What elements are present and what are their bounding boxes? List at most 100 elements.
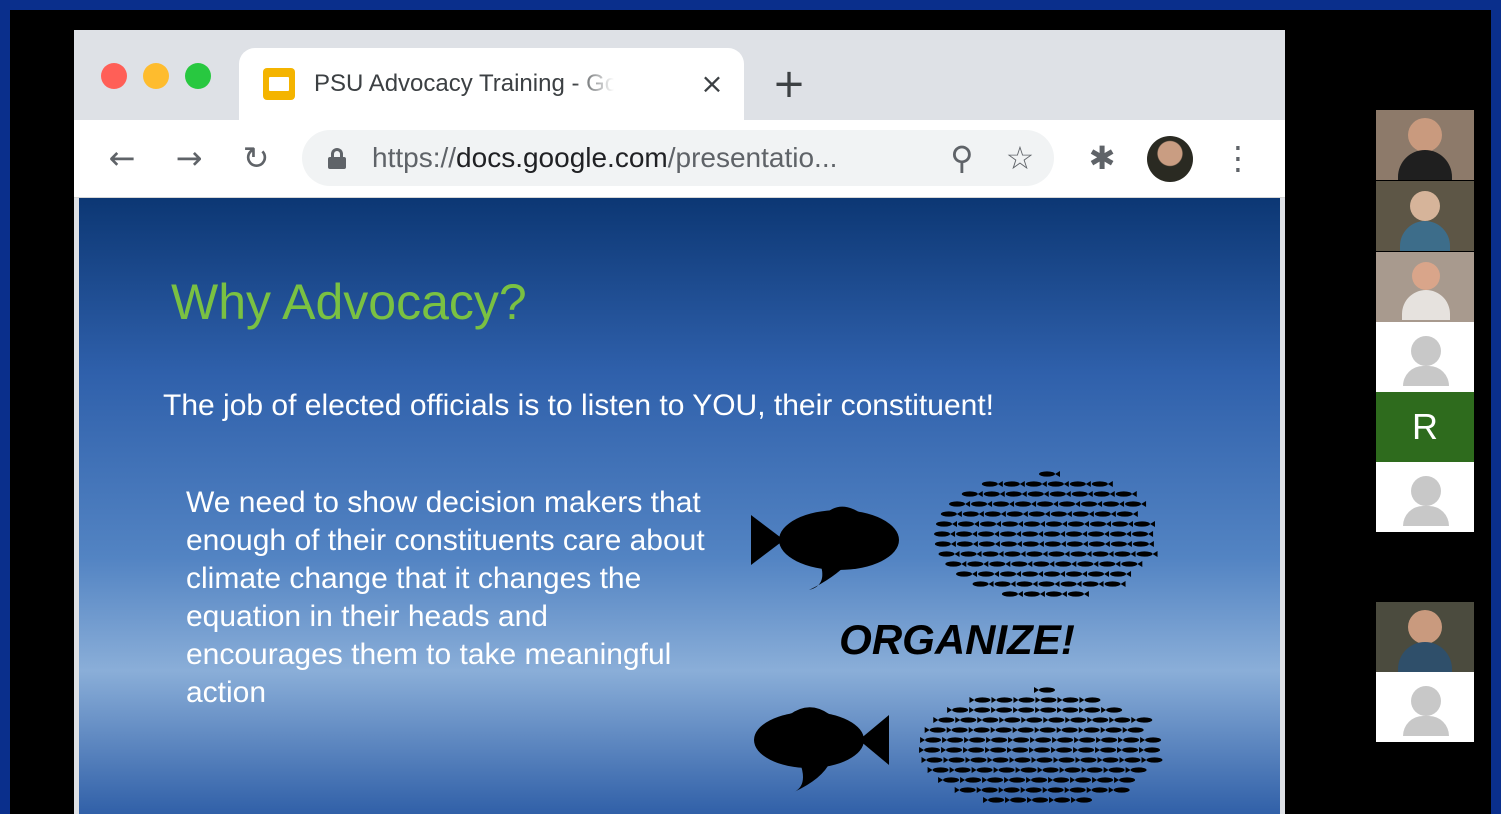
- small-fish-tail: [1060, 541, 1066, 547]
- close-tab-icon[interactable]: ×: [696, 68, 728, 100]
- participant-placeholder-3[interactable]: [1376, 672, 1474, 742]
- small-fish-tail: [991, 697, 997, 703]
- new-tab-icon[interactable]: +: [769, 64, 809, 104]
- small-fish-tail: [1104, 571, 1110, 577]
- small-fish-tail: [1065, 491, 1071, 497]
- url-text[interactable]: https://docs.google.com/presentatio...: [372, 140, 932, 176]
- small-fish-tail: [1086, 551, 1092, 557]
- small-fish: [1099, 561, 1116, 567]
- small-fish: [974, 697, 991, 703]
- small-fish: [1132, 531, 1149, 537]
- small-fish: [1000, 571, 1017, 577]
- profile-avatar-icon[interactable]: [1147, 136, 1193, 182]
- reload-icon[interactable]: ↻: [236, 138, 276, 178]
- small-fish: [995, 727, 1012, 733]
- small-fish-tail: [1039, 521, 1045, 527]
- small-fish: [951, 727, 968, 733]
- participant-video-2[interactable]: [1376, 181, 1474, 251]
- small-fish-tail: [1076, 581, 1082, 587]
- forward-icon[interactable]: →: [169, 138, 209, 178]
- small-fish: [1044, 541, 1061, 547]
- small-fish: [978, 571, 995, 577]
- person-placeholder-icon: [1411, 686, 1441, 716]
- small-fish-tail: [920, 737, 926, 743]
- participant-video-4[interactable]: [1376, 602, 1474, 672]
- more-menu-icon[interactable]: ⋮: [1218, 138, 1258, 178]
- small-fish-tail: [1029, 747, 1035, 753]
- lock-icon[interactable]: [328, 148, 346, 169]
- small-fish-tail: [1038, 531, 1044, 537]
- participant-gallery: R: [1376, 110, 1474, 750]
- participant-video-1[interactable]: [1376, 110, 1474, 180]
- small-fish: [988, 797, 1005, 803]
- small-fish-tail: [983, 797, 989, 803]
- small-fish: [982, 717, 999, 723]
- participant-placeholder-2[interactable]: [1376, 462, 1474, 532]
- fish-school-top: [934, 471, 1158, 597]
- small-fish-tail: [964, 737, 970, 743]
- participant-placeholder-1[interactable]: [1376, 322, 1474, 392]
- small-fish: [1127, 727, 1144, 733]
- small-fish-tail: [1044, 511, 1050, 517]
- small-fish: [1004, 717, 1021, 723]
- small-fish: [968, 747, 985, 753]
- close-window-button[interactable]: [101, 63, 127, 89]
- small-fish: [1025, 787, 1042, 793]
- small-fish-tail: [1049, 797, 1055, 803]
- person-body: [1400, 221, 1450, 251]
- small-fish: [1013, 737, 1030, 743]
- small-fish-tail: [1104, 541, 1110, 547]
- small-fish: [1133, 521, 1150, 527]
- small-fish-tail: [1054, 581, 1060, 587]
- small-fish: [1101, 737, 1118, 743]
- small-fish: [1078, 747, 1095, 753]
- small-fish-tail: [983, 561, 989, 567]
- small-fish: [1105, 727, 1122, 733]
- back-icon[interactable]: ←: [102, 138, 142, 178]
- small-fish-tail: [976, 787, 982, 793]
- small-fish: [1045, 591, 1062, 597]
- small-fish-tail: [960, 777, 966, 783]
- small-fish-tail: [1035, 707, 1041, 713]
- small-fish: [1048, 717, 1065, 723]
- maximize-window-button[interactable]: [185, 63, 211, 89]
- small-fish: [984, 511, 1001, 517]
- small-fish: [959, 787, 976, 793]
- small-fish: [945, 561, 962, 567]
- bookmark-star-icon[interactable]: ☆: [1000, 138, 1040, 178]
- small-fish: [1136, 551, 1153, 557]
- small-fish-tail: [1071, 797, 1077, 803]
- organize-caption: ORGANIZE!: [839, 616, 1075, 663]
- small-fish-tail: [1097, 757, 1103, 763]
- tab-psu-advocacy-training[interactable]: PSU Advocacy Training - Google Slides ×: [239, 48, 744, 120]
- minimize-window-button[interactable]: [143, 63, 169, 89]
- small-fish: [1039, 687, 1055, 693]
- small-fish-tail: [1056, 727, 1062, 733]
- extensions-icon[interactable]: ✱: [1082, 138, 1122, 178]
- small-fish-tail: [993, 767, 999, 773]
- small-fish-tail: [1079, 707, 1085, 713]
- small-fish-tail: [1042, 551, 1048, 557]
- small-fish-tail: [1013, 707, 1019, 713]
- zoom-icon[interactable]: ⚲: [942, 138, 982, 178]
- small-fish: [1014, 757, 1031, 763]
- small-fish: [1031, 777, 1048, 783]
- small-fish-tail: [1131, 717, 1137, 723]
- small-fish: [1144, 747, 1161, 753]
- small-fish-tail: [972, 531, 978, 537]
- address-bar[interactable]: https://docs.google.com/presentatio... ⚲…: [302, 130, 1054, 186]
- small-fish: [1003, 787, 1020, 793]
- small-fish: [1076, 797, 1093, 803]
- small-fish: [971, 501, 988, 507]
- small-fish: [1044, 571, 1061, 577]
- small-fish: [934, 531, 951, 537]
- small-fish-tail: [1000, 511, 1006, 517]
- small-fish-tail: [987, 501, 993, 507]
- participant-initial-tile[interactable]: R: [1376, 392, 1474, 462]
- small-fish: [1006, 511, 1023, 517]
- person-body: [1402, 290, 1450, 320]
- participant-video-3[interactable]: [1376, 252, 1474, 322]
- small-fish: [1114, 551, 1131, 557]
- small-fish: [1001, 521, 1018, 527]
- small-fish: [932, 767, 949, 773]
